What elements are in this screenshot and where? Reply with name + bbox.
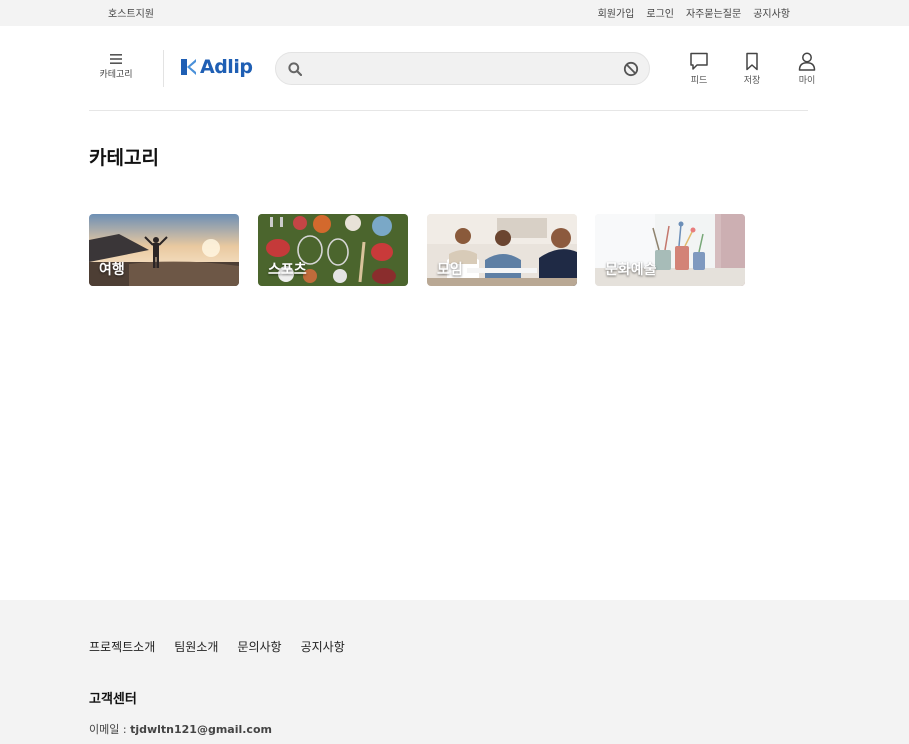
logo[interactable]: Adlip	[181, 56, 253, 78]
customer-center-title: 고객센터	[89, 692, 137, 707]
header-divider	[163, 50, 164, 87]
user-icon	[798, 52, 816, 71]
category-card-culture-art[interactable]: 문화예술	[595, 214, 745, 286]
saved-label: 저장	[743, 76, 761, 86]
category-label-sports: 스포츠	[268, 262, 307, 278]
search-icon[interactable]	[288, 62, 302, 76]
category-label-travel: 여행	[99, 262, 125, 278]
page-title: 카테고리	[89, 147, 159, 169]
clear-search-icon[interactable]	[623, 61, 639, 77]
category-menu-button[interactable]: 카테고리	[95, 54, 137, 80]
footer: 프로젝트소개 팀원소개 문의사항 공지사항 고객센터 이메일 : tjdwltn…	[0, 600, 909, 744]
category-label-meeting: 모임	[437, 262, 463, 278]
faq-link[interactable]: 자주묻는질문	[686, 5, 741, 20]
customer-center-email: 이메일 : tjdwltn121@gmail.com	[89, 721, 272, 737]
speech-bubble-icon	[690, 52, 708, 70]
category-menu-label: 카테고리	[99, 70, 133, 80]
top-links: 회원가입 로그인 자주묻는질문 공지사항	[598, 5, 790, 20]
logo-mark-icon	[181, 59, 196, 75]
bookmark-icon	[746, 52, 758, 71]
footer-link-team[interactable]: 팀원소개	[174, 638, 218, 655]
main-header: 카테고리 Adlip 피드 저장 마이	[89, 26, 815, 111]
email-label: 이메일 :	[89, 723, 131, 736]
my-label: 마이	[798, 76, 816, 86]
my-page-button[interactable]: 마이	[792, 52, 822, 86]
top-utility-bar: 호스트지원 회원가입 로그인 자주묻는질문 공지사항	[0, 0, 909, 26]
hamburger-icon	[110, 54, 122, 64]
host-support-link[interactable]: 호스트지원	[108, 5, 154, 20]
footer-link-project[interactable]: 프로젝트소개	[89, 638, 155, 655]
feed-button[interactable]: 피드	[684, 52, 714, 86]
category-label-culture-art: 문화예술	[605, 262, 657, 278]
footer-link-inquiry[interactable]: 문의사항	[237, 638, 281, 655]
footer-links: 프로젝트소개 팀원소개 문의사항 공지사항	[89, 638, 345, 655]
logo-text: Adlip	[200, 56, 253, 78]
category-card-travel[interactable]: 여행	[89, 214, 239, 286]
search-bar	[275, 52, 650, 85]
notice-link[interactable]: 공지사항	[753, 5, 790, 20]
category-card-meeting[interactable]: 모임	[427, 214, 577, 286]
category-card-sports[interactable]: 스포츠	[258, 214, 408, 286]
signup-link[interactable]: 회원가입	[598, 5, 635, 20]
email-value: tjdwltn121@gmail.com	[130, 723, 272, 736]
feed-label: 피드	[690, 76, 708, 86]
search-input[interactable]	[312, 59, 612, 79]
login-link[interactable]: 로그인	[646, 5, 674, 20]
saved-button[interactable]: 저장	[737, 52, 767, 86]
footer-link-notice[interactable]: 공지사항	[301, 638, 345, 655]
